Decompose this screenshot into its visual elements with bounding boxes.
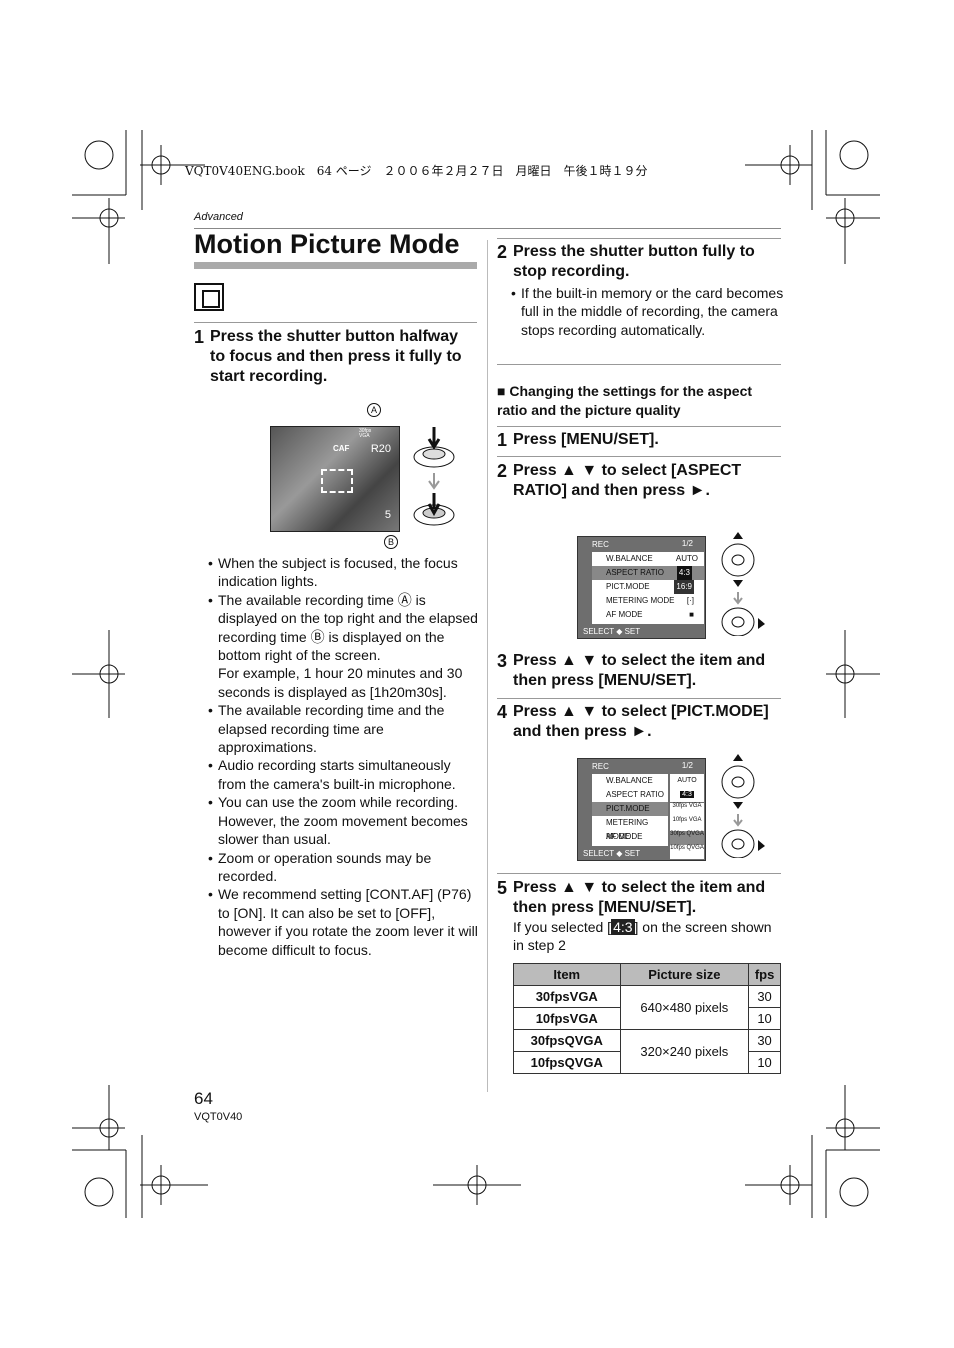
picture-mode-table: Item Picture size fps 30fpsVGA 640×480 pixe… xyxy=(513,963,781,1074)
step-5-note: If you selected [4:3] on the screen show… xyxy=(513,919,772,954)
step-text: Press the shutter button fully to stop r… xyxy=(513,243,755,280)
step-text: Press ▲ ▼ to select [PICT.MODE] and then… xyxy=(513,703,769,740)
manual-page: VQT0V40ENG.book 64 ページ ２００６年２月２７日 月曜日 午後… xyxy=(0,0,954,1348)
step-text: Press [MENU/SET]. xyxy=(513,431,659,448)
menu-list: W.BALANCE AUTO ASPECT RATIO 4:3 PICT.MODE 1… xyxy=(592,552,704,624)
menu-title: REC xyxy=(592,762,609,771)
option[interactable]: 10fps QVGA xyxy=(670,845,704,859)
option[interactable]: 30fps VGA xyxy=(670,803,704,817)
note: When the subject is focused, the focus i… xyxy=(208,554,478,591)
table-row: 30fpsVGA 640×480 pixels 30 xyxy=(513,985,781,1030)
note: We recommend setting [CONT.AF] (P76) to … xyxy=(208,885,478,959)
print-header: VQT0V40ENG.book 64 ページ ２００６年２月２７日 月曜日 午後… xyxy=(185,164,648,178)
note: The available recording time and the ela… xyxy=(208,701,478,756)
menu-item[interactable]: PICT.MODE 16:9 xyxy=(592,580,704,594)
menu-footer: SELECT ◆ SET xyxy=(583,849,641,858)
menu-item[interactable]: W.BALANCE AUTO xyxy=(592,552,704,566)
note: If the built-in memory or the card becom… xyxy=(511,284,789,339)
page-number: 64 xyxy=(194,1089,213,1108)
step-text: Press ▲ ▼ to select the item and then pr… xyxy=(513,652,766,689)
recording-mode: 30fps VGA xyxy=(359,428,372,439)
menu-step-3: 3 Press ▲ ▼ to select the item and then p… xyxy=(497,651,781,691)
note: Zoom or operation sounds may be recorded… xyxy=(208,849,478,886)
step-number: 2 xyxy=(497,242,508,262)
motion-picture-icon xyxy=(194,283,224,311)
menu-item[interactable]: METERING MODE [·] xyxy=(592,594,704,608)
step-number: 1 xyxy=(194,327,205,347)
cursor-buttons-icon xyxy=(721,532,765,636)
shutter-button-illustration xyxy=(413,427,455,526)
divider xyxy=(194,322,477,323)
menu-page: 1/2 xyxy=(681,539,693,548)
menu-values: AUTO 4:3 xyxy=(670,774,704,802)
menu-step-4: 4 Press ▲ ▼ to select [PICT.MODE] and the… xyxy=(497,702,781,742)
step-text: Press ▲ ▼ to select the item and then pr… xyxy=(513,879,766,916)
callout-b: B xyxy=(384,535,398,549)
table-row: 30fpsQVGA 320×240 pixels 30 xyxy=(513,1029,781,1074)
note: Audio recording starts simultaneously fr… xyxy=(208,756,478,793)
step-1: 1 Press the shutter button halfway to fo… xyxy=(194,327,477,387)
pict-mode-options: 30fps VGA 10fps VGA 30fps QVGA 10fps QVG… xyxy=(670,803,704,859)
menu-screen-pictmode: REC 1/2 W.BALANCE ASPECT RATIO PICT.MODE… xyxy=(577,758,706,861)
note: The available recording time Ⓐ is displa… xyxy=(208,591,478,701)
column-divider xyxy=(487,240,488,1092)
menu-item[interactable]: METERING MODE xyxy=(592,816,668,841)
menu-item[interactable]: AF MODE ■ xyxy=(592,608,704,622)
menu-item[interactable]: W.BALANCE xyxy=(592,774,668,788)
camera-screen-photo: 30fps VGA CAF R20 5 xyxy=(270,426,400,532)
section-label: Advanced xyxy=(194,211,243,223)
divider xyxy=(497,426,781,427)
step-text: Press ▲ ▼ to select [ASPECT RATIO] and t… xyxy=(513,462,742,499)
table-header: Item Picture size fps xyxy=(513,963,781,986)
menu-item[interactable]: ASPECT RATIO xyxy=(592,788,668,802)
menu-title: REC xyxy=(592,540,609,549)
elapsed-time: 5 xyxy=(384,509,391,521)
divider xyxy=(497,698,781,699)
menu-step-2: 2 Press ▲ ▼ to select [ASPECT RATIO] and … xyxy=(497,461,781,501)
menu-step-5: 5 Press ▲ ▼ to select the item and then p… xyxy=(497,878,781,918)
option[interactable]: 10fps VGA xyxy=(670,817,704,831)
title-bar xyxy=(194,262,477,269)
menu-item-selected[interactable]: ASPECT RATIO 4:3 xyxy=(592,566,704,580)
remaining-time: R20 xyxy=(370,443,391,455)
note: You can use the zoom while recording. Ho… xyxy=(208,793,478,848)
menu-step-1: 1 Press [MENU/SET]. xyxy=(497,430,781,450)
menu-item-selected[interactable]: PICT.MODE xyxy=(592,802,668,816)
menu-page: 1/2 xyxy=(681,761,693,770)
menu-screen-aspect: REC 1/2 W.BALANCE AUTO ASPECT RATIO 4:3 PI… xyxy=(577,536,706,639)
menu-list: W.BALANCE ASPECT RATIO PICT.MODE METERIN… xyxy=(592,774,668,846)
callout-a: A xyxy=(367,403,381,417)
divider xyxy=(497,456,781,457)
option-selected[interactable]: 30fps QVGA xyxy=(670,831,704,845)
divider xyxy=(497,364,781,365)
divider xyxy=(497,873,781,874)
menu-item[interactable]: AF MODE xyxy=(592,830,668,844)
aspect-4-3-icon: 4:3 xyxy=(611,919,635,935)
step-number: 1 xyxy=(497,430,508,450)
step-number: 3 xyxy=(497,651,508,671)
step-number: 5 xyxy=(497,878,508,898)
subheading: ■ Changing the settings for the aspect r… xyxy=(497,383,753,418)
step-number: 4 xyxy=(497,702,508,722)
cursor-buttons-icon xyxy=(721,754,765,858)
continuous-af-indicator: CAF xyxy=(333,444,350,453)
divider xyxy=(497,238,781,239)
model-code: VQT0V40 xyxy=(194,1111,243,1123)
notes-list: When the subject is focused, the focus i… xyxy=(208,554,478,959)
menu-footer: SELECT ◆ SET xyxy=(583,627,641,636)
step-2-stop: 2 Press the shutter button fully to stop… xyxy=(497,242,781,282)
page-title: Motion Picture Mode xyxy=(194,229,460,259)
focus-frame xyxy=(321,469,353,493)
step-text: Press the shutter button halfway to focu… xyxy=(210,328,462,385)
step-number: 2 xyxy=(497,461,508,481)
